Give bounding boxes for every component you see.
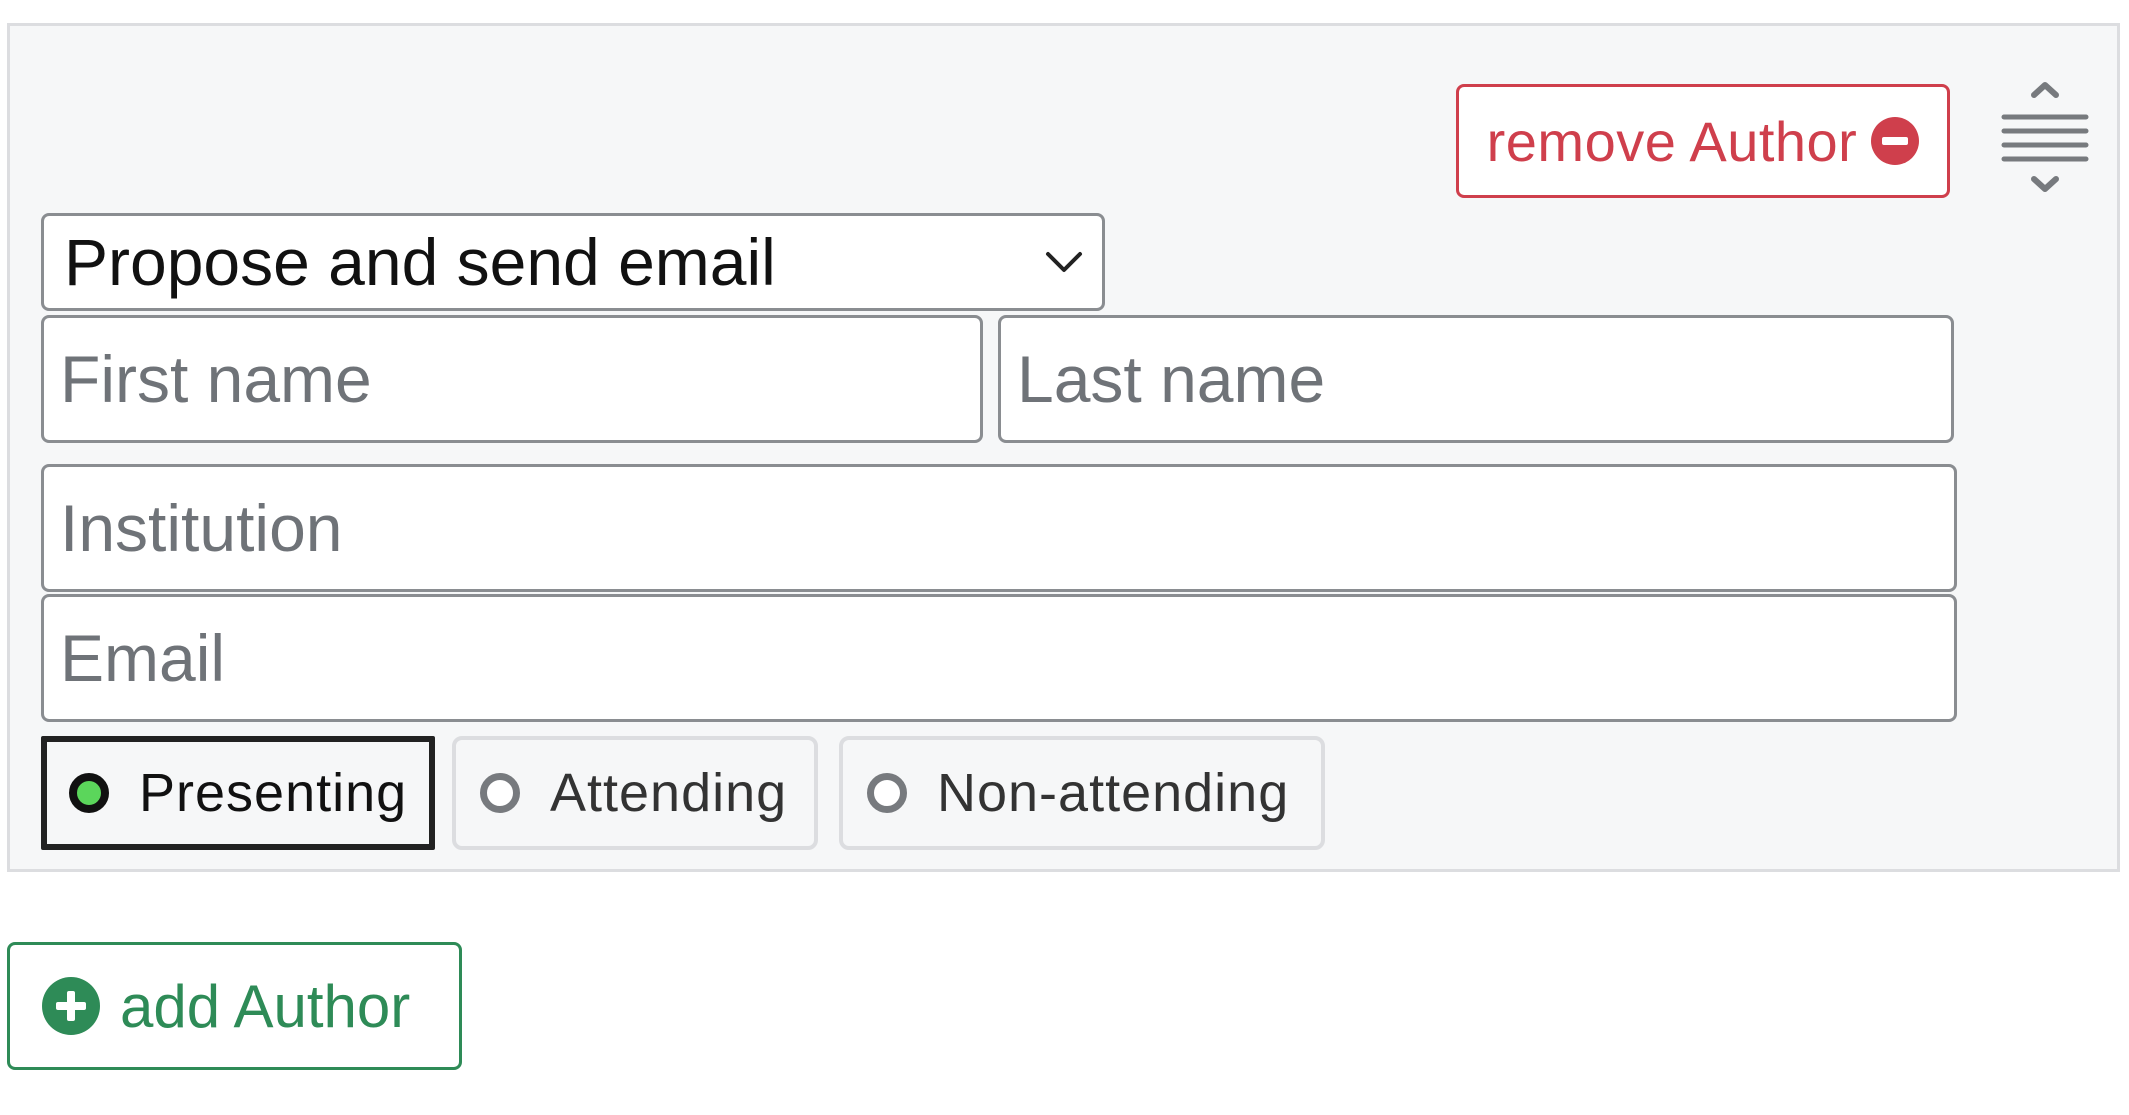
drag-handle-icon [2001,82,2089,192]
institution-input[interactable] [41,464,1957,592]
minus-circle-icon [1871,117,1920,165]
add-author-button[interactable]: add Author [7,942,462,1070]
attendance-option-presenting[interactable]: Presenting [41,736,435,850]
email-input[interactable] [41,594,1957,722]
remove-author-button[interactable]: remove Author [1456,84,1950,198]
attendance-option-label: Presenting [139,763,408,823]
attendance-option-non-attending[interactable]: Non-attending [839,736,1325,850]
remove-author-label: remove Author [1486,109,1858,173]
radio-unselected-icon [867,773,907,813]
plus-circle-icon [42,977,100,1035]
radio-selected-icon [69,773,109,813]
attendance-option-label: Non-attending [937,763,1290,823]
attendance-option-attending[interactable]: Attending [452,736,818,850]
radio-unselected-icon [480,773,520,813]
add-author-label: add Author [120,972,411,1040]
status-select-value: Propose and send email [64,225,776,299]
author-card: remove Author Propose and send email Pre… [7,23,2120,872]
last-name-input[interactable] [998,315,1954,443]
chevron-down-icon [1046,252,1082,272]
first-name-input[interactable] [41,315,983,443]
drag-handle[interactable] [2000,81,2090,193]
status-select[interactable]: Propose and send email [41,213,1105,311]
attendance-option-label: Attending [550,763,788,823]
